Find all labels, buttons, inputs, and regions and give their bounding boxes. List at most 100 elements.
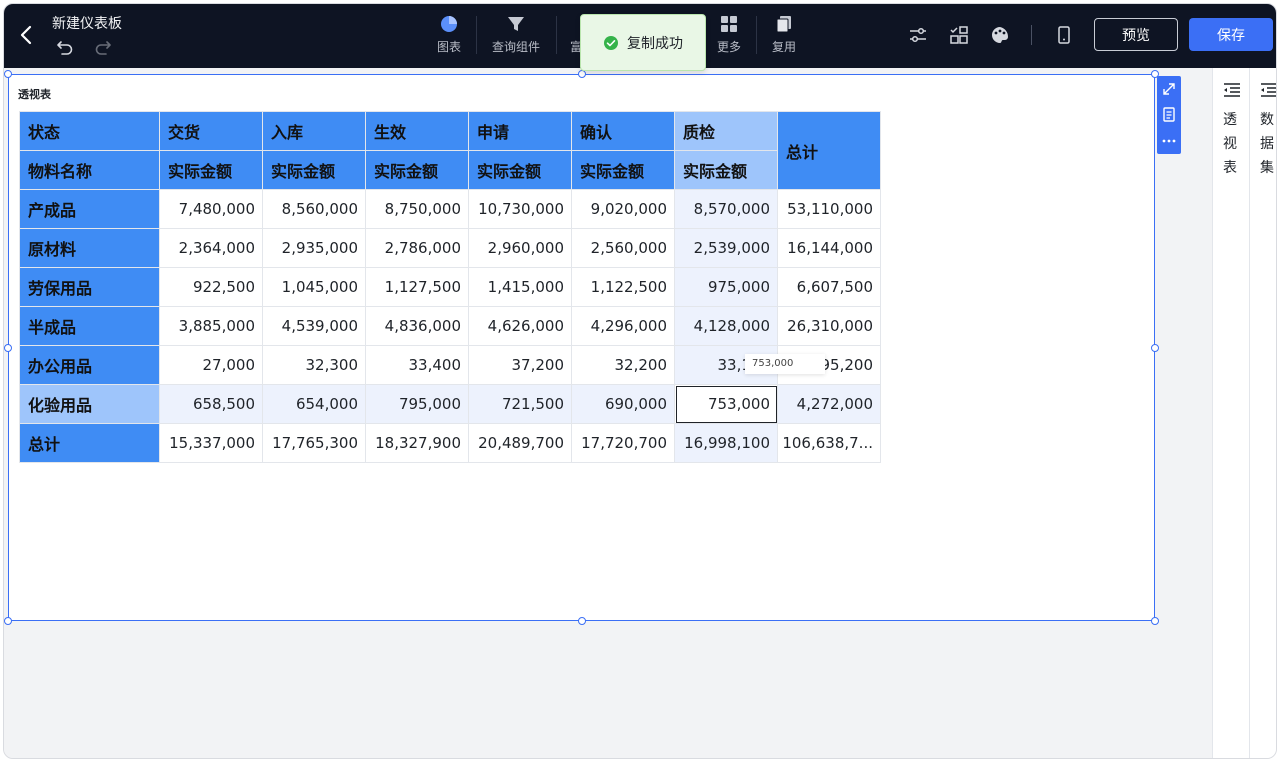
- table-cell[interactable]: 17,765,300: [262, 423, 366, 463]
- active-table-cell[interactable]: 753,000: [674, 384, 778, 424]
- table-cell[interactable]: 8,750,000: [365, 189, 469, 229]
- table-cell[interactable]: 2,786,000: [365, 228, 469, 268]
- table-cell[interactable]: 721,500: [468, 384, 572, 424]
- toolbar-reuse-label: 复用: [771, 40, 796, 54]
- table-cell[interactable]: 17,720,700: [571, 423, 675, 463]
- grand-total-cell[interactable]: 106,638,7...: [777, 423, 881, 463]
- table-row: 劳保用品 922,500 1,045,000 1,127,500 1,415,0…: [19, 267, 881, 307]
- collapse-panel-icon[interactable]: [1223, 82, 1241, 98]
- toolbar-more-button[interactable]: 更多: [714, 12, 744, 62]
- row-total-cell[interactable]: 6,607,500: [777, 267, 881, 307]
- toolbar-more-label: 更多: [716, 40, 741, 54]
- row-total-cell[interactable]: 26,310,000: [777, 306, 881, 346]
- row-total-cell[interactable]: 16,144,000: [777, 228, 881, 268]
- table-cell[interactable]: 33,400: [365, 345, 469, 385]
- expand-icon[interactable]: [1157, 76, 1181, 102]
- resize-handle[interactable]: [4, 344, 12, 352]
- table-cell[interactable]: 3,885,000: [159, 306, 263, 346]
- table-cell[interactable]: 2,560,000: [571, 228, 675, 268]
- toolbar-divider: [1031, 25, 1032, 45]
- table-cell[interactable]: 1,415,000: [468, 267, 572, 307]
- table-cell[interactable]: 8,570,000: [674, 189, 778, 229]
- column-header-status[interactable]: 质检: [674, 111, 778, 151]
- back-arrow-icon[interactable]: [16, 22, 38, 48]
- layout-check-icon[interactable]: [949, 25, 969, 45]
- grand-total-header[interactable]: 总计: [19, 423, 160, 463]
- table-cell[interactable]: 654,000: [262, 384, 366, 424]
- table-cell[interactable]: 27,000: [159, 345, 263, 385]
- column-header-status[interactable]: 入库: [262, 111, 366, 151]
- table-cell[interactable]: 4,539,000: [262, 306, 366, 346]
- toolbar-chart-label: 图表: [436, 40, 461, 54]
- table-cell[interactable]: 4,836,000: [365, 306, 469, 346]
- table-cell[interactable]: 795,000: [365, 384, 469, 424]
- pivot-table-widget[interactable]: 透视表 状态 交货 入库 生效 申请 确认 质检 总计 物料名称 实际金额 实际…: [4, 70, 1159, 625]
- column-header-status[interactable]: 生效: [365, 111, 469, 151]
- resize-handle[interactable]: [578, 617, 586, 625]
- table-cell[interactable]: 1,127,500: [365, 267, 469, 307]
- pivot-settings-panel[interactable]: 透视表: [1212, 68, 1249, 758]
- table-cell[interactable]: 975,000: [674, 267, 778, 307]
- table-cell[interactable]: 9,020,000: [571, 189, 675, 229]
- table-cell[interactable]: 8,560,000: [262, 189, 366, 229]
- toolbar-chart-button[interactable]: 图表: [429, 12, 469, 62]
- table-cell[interactable]: 7,480,000: [159, 189, 263, 229]
- table-cell[interactable]: 2,935,000: [262, 228, 366, 268]
- table-cell[interactable]: 16,998,100: [674, 423, 778, 463]
- row-header[interactable]: 办公用品: [19, 345, 160, 385]
- table-cell[interactable]: 4,626,000: [468, 306, 572, 346]
- undo-icon[interactable]: [56, 38, 74, 56]
- resize-handle[interactable]: [1151, 344, 1159, 352]
- dashboard-canvas: 透视表 状态 交货 入库 生效 申请 确认 质检 总计 物料名称 实际金额 实际…: [4, 68, 1212, 758]
- table-cell[interactable]: 2,960,000: [468, 228, 572, 268]
- table-cell[interactable]: 1,122,500: [571, 267, 675, 307]
- table-cell[interactable]: 4,296,000: [571, 306, 675, 346]
- row-header[interactable]: 原材料: [19, 228, 160, 268]
- theme-palette-icon[interactable]: [990, 25, 1010, 45]
- total-column-header[interactable]: 总计: [777, 111, 881, 190]
- redo-icon[interactable]: [94, 38, 112, 56]
- table-cell[interactable]: 922,500: [159, 267, 263, 307]
- table-cell[interactable]: 10,730,000: [468, 189, 572, 229]
- measure-header: 实际金额: [468, 150, 572, 190]
- row-total-cell[interactable]: 53,110,000: [777, 189, 881, 229]
- collapse-panel-icon[interactable]: [1260, 82, 1276, 98]
- table-cell[interactable]: 2,539,000: [674, 228, 778, 268]
- row-header[interactable]: 半成品: [19, 306, 160, 346]
- row-header[interactable]: 产成品: [19, 189, 160, 229]
- resize-handle[interactable]: [4, 617, 12, 625]
- dataset-panel[interactable]: 数据集: [1249, 68, 1276, 758]
- preview-button[interactable]: 预览: [1094, 18, 1178, 51]
- table-cell[interactable]: 37,200: [468, 345, 572, 385]
- row-header[interactable]: 化验用品: [19, 384, 160, 424]
- table-cell[interactable]: 690,000: [571, 384, 675, 424]
- table-cell[interactable]: 32,200: [571, 345, 675, 385]
- table-cell[interactable]: 18,327,900: [365, 423, 469, 463]
- table-cell[interactable]: 658,500: [159, 384, 263, 424]
- dashboard-title[interactable]: 新建仪表板: [52, 13, 122, 33]
- resize-handle[interactable]: [4, 70, 12, 78]
- column-header-status[interactable]: 申请: [468, 111, 572, 151]
- row-header[interactable]: 劳保用品: [19, 267, 160, 307]
- table-cell[interactable]: 4,128,000: [674, 306, 778, 346]
- save-button[interactable]: 保存: [1189, 18, 1273, 51]
- toolbar-reuse-button[interactable]: 复用: [769, 12, 799, 62]
- more-options-icon[interactable]: [1157, 128, 1181, 154]
- measure-header: 实际金额: [571, 150, 675, 190]
- table-cell[interactable]: 20,489,700: [468, 423, 572, 463]
- table-cell[interactable]: 2,364,000: [159, 228, 263, 268]
- resize-handle[interactable]: [1151, 617, 1159, 625]
- document-icon[interactable]: [1157, 102, 1181, 128]
- resize-handle[interactable]: [578, 70, 586, 78]
- toolbar-divider: [556, 16, 557, 54]
- mobile-view-icon[interactable]: [1054, 25, 1074, 45]
- table-cell[interactable]: 32,300: [262, 345, 366, 385]
- column-header-status[interactable]: 确认: [571, 111, 675, 151]
- table-cell[interactable]: 15,337,000: [159, 423, 263, 463]
- column-header-status[interactable]: 交货: [159, 111, 263, 151]
- pie-chart-icon: [439, 14, 459, 34]
- settings-sliders-icon[interactable]: [908, 25, 928, 45]
- row-total-cell[interactable]: 4,272,000: [777, 384, 881, 424]
- toolbar-query-button[interactable]: 查询组件: [488, 12, 544, 62]
- table-cell[interactable]: 1,045,000: [262, 267, 366, 307]
